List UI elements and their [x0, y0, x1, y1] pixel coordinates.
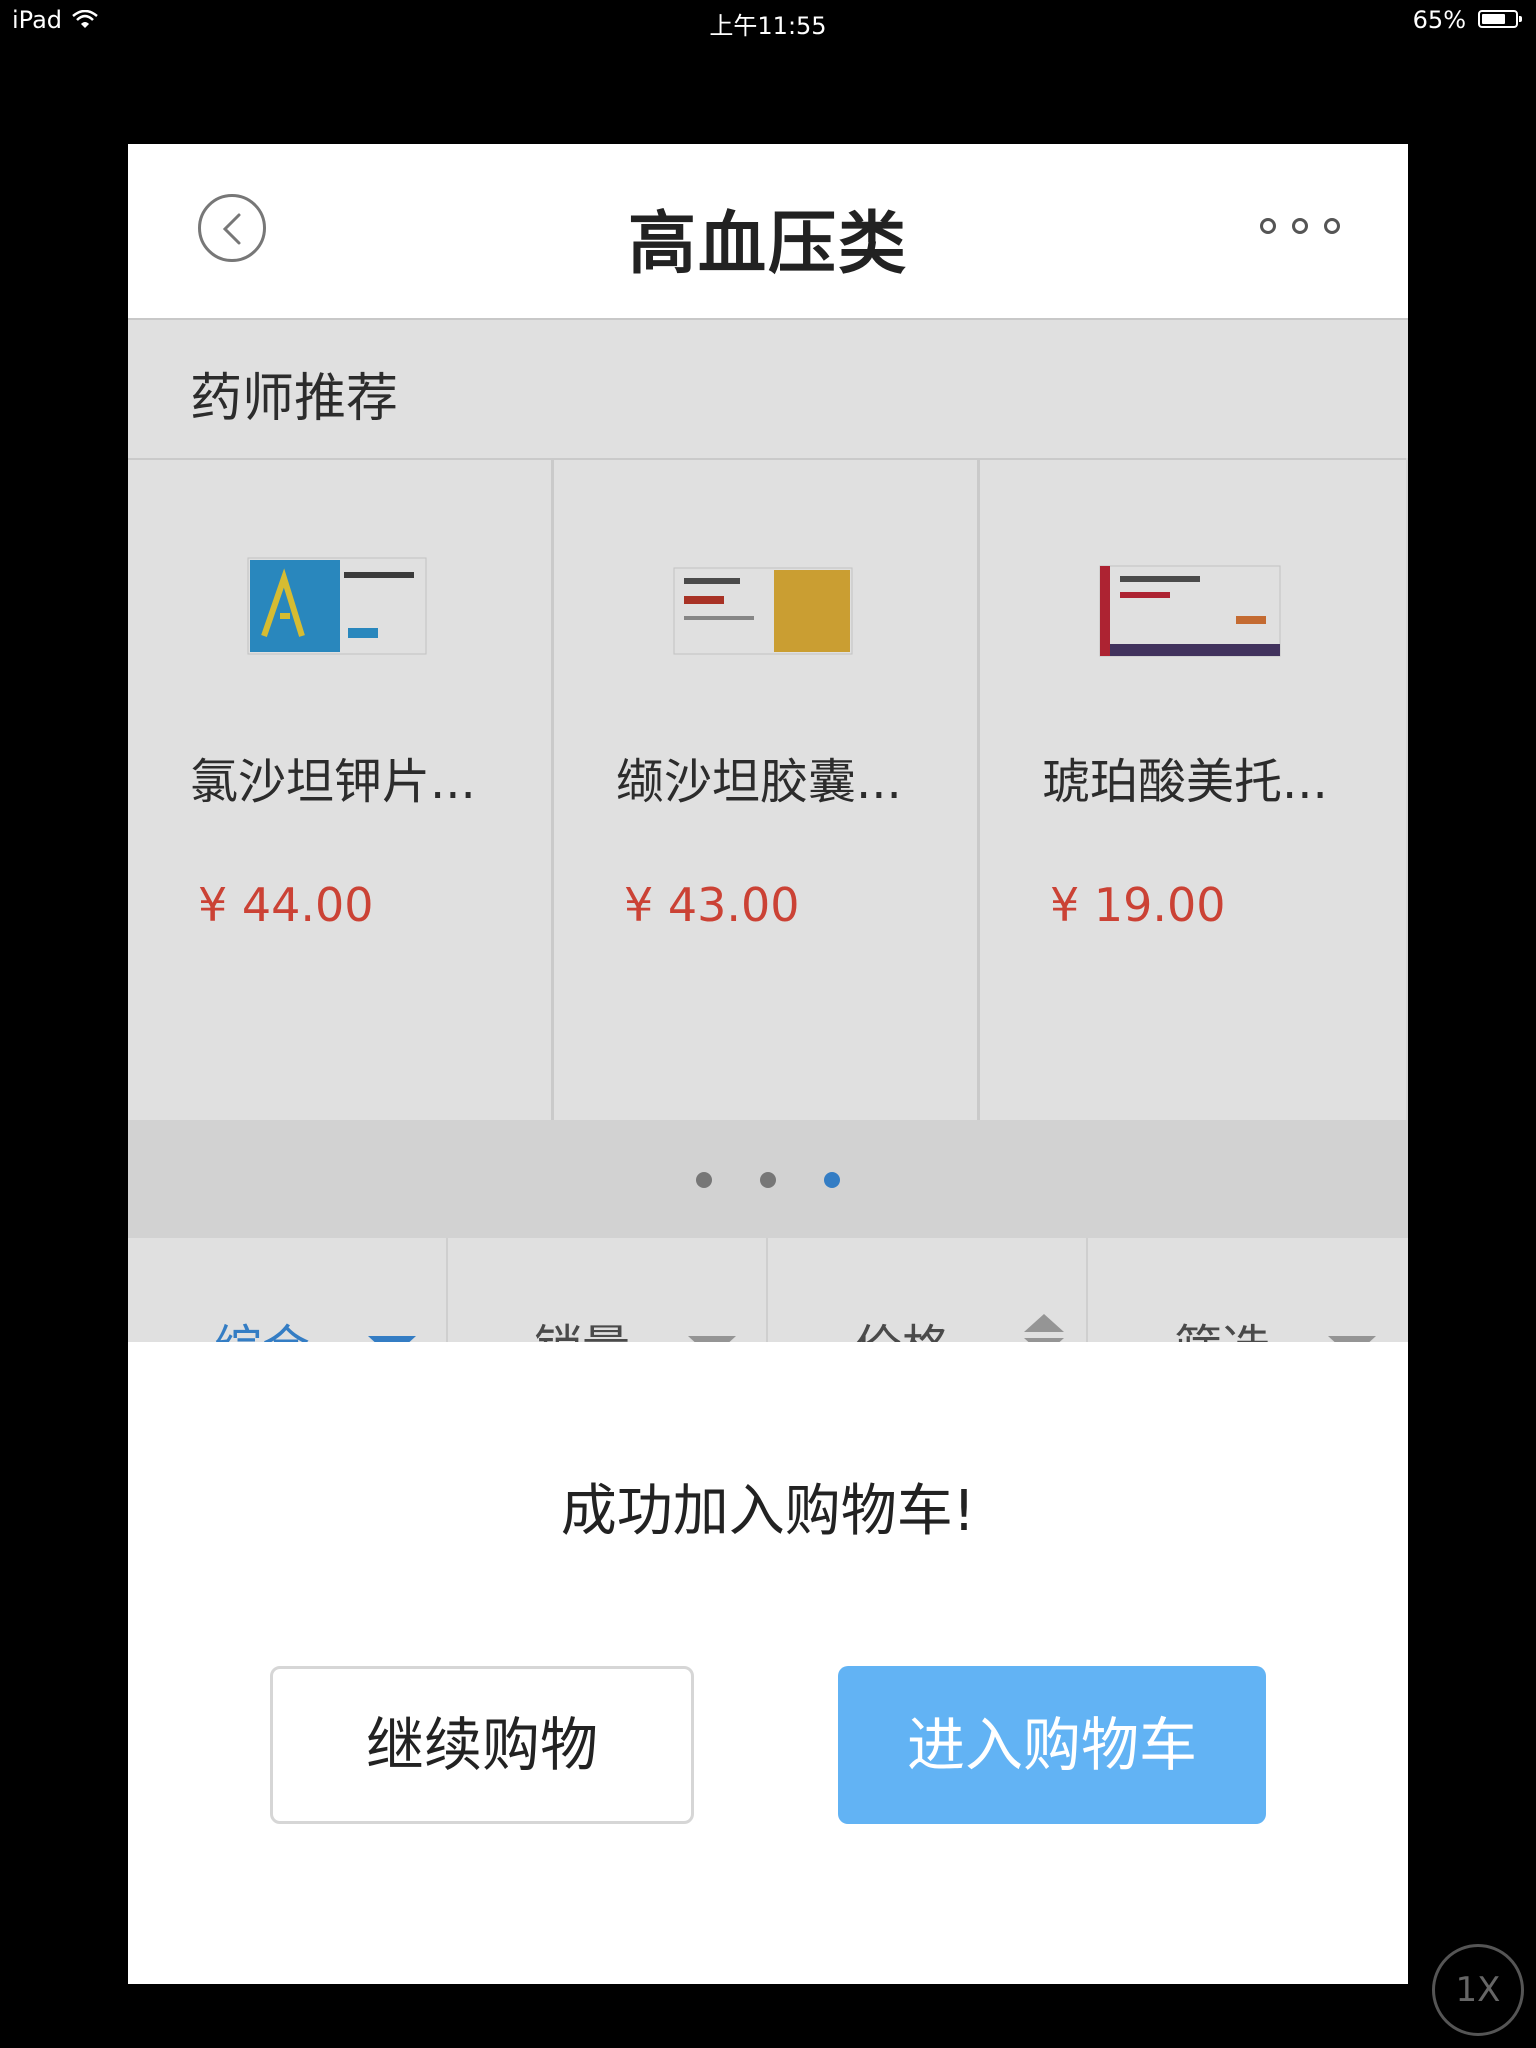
- go-to-cart-button[interactable]: 进入购物车: [838, 1666, 1266, 1824]
- page-title: 高血压类: [627, 205, 908, 284]
- more-icon: [1292, 218, 1308, 234]
- battery-percent: 65%: [1412, 6, 1466, 34]
- add-to-cart-dialog: 成功加入购物车! 继续购物 进入购物车: [128, 1342, 1408, 1984]
- zoom-toggle-button[interactable]: 1X: [1432, 1944, 1524, 2036]
- continue-shopping-button[interactable]: 继续购物: [270, 1666, 694, 1824]
- more-icon: [1260, 218, 1276, 234]
- nav-bar: 高血压类: [128, 144, 1408, 318]
- more-icon: [1324, 218, 1340, 234]
- app-window: 高血压类 药师推荐 氯沙坦钾片... ¥ 44.00 缬沙坦胶囊... ¥ 43…: [128, 144, 1408, 1984]
- clock: 上午11:55: [709, 12, 827, 40]
- status-bar: iPad 上午11:55 65%: [0, 0, 1536, 40]
- battery-icon: [1478, 10, 1522, 28]
- more-button[interactable]: [1260, 216, 1348, 240]
- success-message: 成功加入购物车!: [560, 1479, 976, 1544]
